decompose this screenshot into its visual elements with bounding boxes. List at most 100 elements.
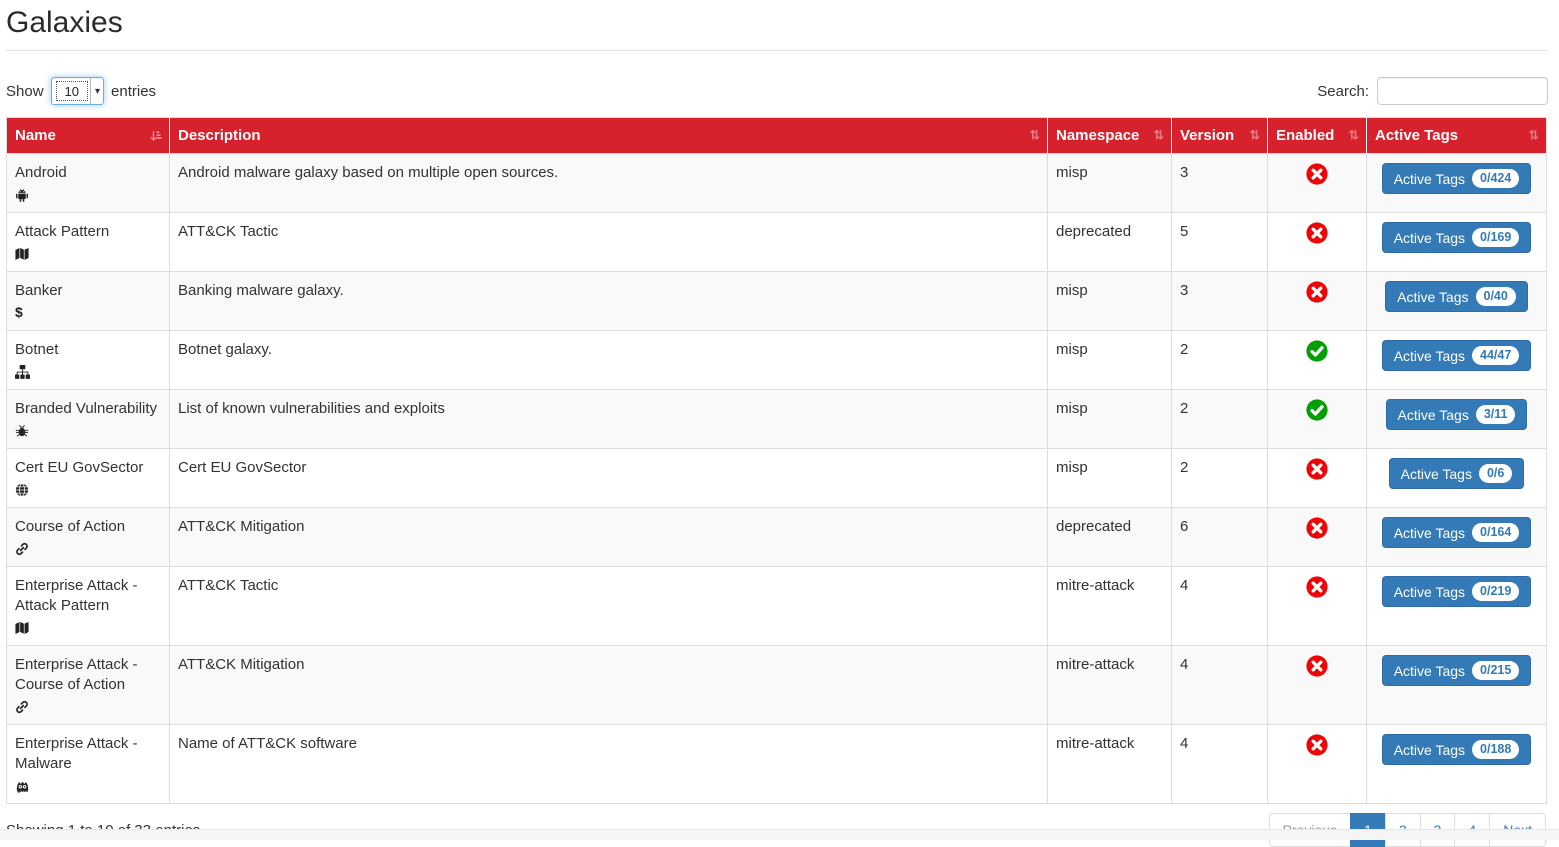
page-length-control: Show 10 ▾ entries [6,77,156,105]
description-cell: ATT&CK Mitigation [170,508,1048,567]
table-row: AndroidAndroid malware galaxy based on m… [7,154,1547,213]
page-footer-band [0,829,1559,840]
active-tags-button-label: Active Tags [1394,229,1465,247]
search-label: Search: [1317,83,1369,100]
link-icon [15,540,161,557]
galaxy-name: Branded Vulnerability [15,399,161,419]
active-tags-button-label: Active Tags [1394,662,1465,680]
table-row: Course of ActionATT&CK Mitigationdepreca… [7,508,1547,567]
monster-icon [15,777,161,794]
active-tags-button-label: Active Tags [1394,347,1465,365]
version-cell: 5 [1172,213,1268,272]
column-header-name[interactable]: Name [7,118,170,154]
active-tags-button[interactable]: Active Tags0/219 [1382,576,1532,607]
name-cell: Enterprise Attack - Course of Action [7,646,170,725]
column-header-namespace[interactable]: Namespace⇅ [1048,118,1172,154]
active-tags-count-badge: 0/6 [1479,464,1512,483]
active-tags-cell: Active Tags3/11 [1367,390,1547,449]
namespace-cell: misp [1048,331,1172,390]
disabled-cross-icon [1306,231,1328,248]
column-header-label: Version [1180,127,1234,144]
active-tags-count-badge: 0/424 [1472,169,1519,188]
active-tags-button-label: Active Tags [1398,406,1469,424]
description-cell: ATT&CK Mitigation [170,646,1048,725]
active-tags-button-label: Active Tags [1394,741,1465,759]
active-tags-button[interactable]: Active Tags 0/6 [1389,458,1525,489]
namespace-cell: deprecated [1048,213,1172,272]
column-header-enabled[interactable]: Enabled⇅ [1268,118,1367,154]
column-header-active-tags[interactable]: Active Tags⇅ [1367,118,1547,154]
namespace-cell: misp [1048,154,1172,213]
enabled-cell [1268,567,1367,646]
enabled-check-icon [1306,408,1328,425]
entries-label: entries [111,83,156,100]
column-header-description[interactable]: Description⇅ [170,118,1048,154]
active-tags-button-label: Active Tags [1401,465,1472,483]
table-row: Branded Vulnerability List of known vulne… [7,390,1547,449]
version-cell: 2 [1172,331,1268,390]
active-tags-count-badge: 0/215 [1472,661,1519,680]
chevron-down-icon: ▾ [90,78,103,104]
active-tags-button[interactable]: Active Tags 0/169 [1382,222,1532,253]
version-cell: 4 [1172,567,1268,646]
column-header-version[interactable]: Version⇅ [1172,118,1268,154]
sitemap-icon [15,363,161,380]
active-tags-button[interactable]: Active Tags 0/215 [1382,655,1532,686]
disabled-cross-icon [1306,585,1328,602]
page-length-select[interactable]: 10 ▾ [51,77,105,105]
table-row: Enterprise Attack - MalwareName of ATT&C… [7,725,1547,804]
active-tags-cell: Active Tags0/424 [1367,154,1547,213]
name-cell: Enterprise Attack - Malware [7,725,170,804]
version-cell: 2 [1172,449,1268,508]
version-cell: 3 [1172,154,1268,213]
page-length-value: 10 [57,82,87,100]
namespace-cell: misp [1048,449,1172,508]
page-title: Galaxies [6,6,1548,40]
table-row: Cert EU GovSectorCert EU GovSectormisp2A… [7,449,1547,508]
active-tags-button[interactable]: Active Tags44/47 [1382,340,1532,371]
galaxies-table: NameDescription⇅Namespace⇅Version⇅Enable… [6,117,1547,804]
namespace-cell: mitre-attack [1048,725,1172,804]
description-cell: Botnet galaxy. [170,331,1048,390]
description-cell: List of known vulnerabilities and exploi… [170,390,1048,449]
galaxy-name: Android [15,163,161,183]
search-input[interactable] [1377,77,1548,105]
active-tags-count-badge: 0/164 [1472,523,1519,542]
sort-icon: ⇅ [1528,129,1539,142]
name-cell: Attack Pattern [7,213,170,272]
namespace-cell: deprecated [1048,508,1172,567]
table-row: Attack PatternATT&CK Tacticdeprecated5Ac… [7,213,1547,272]
description-cell: Banking malware galaxy. [170,272,1048,331]
dollar-icon: $ [15,304,161,321]
enabled-cell [1268,390,1367,449]
column-header-label: Description [178,127,261,144]
map-icon [15,245,161,262]
active-tags-button[interactable]: Active Tags0/164 [1382,517,1532,548]
active-tags-cell: Active Tags0/40 [1367,272,1547,331]
active-tags-count-badge: 0/169 [1472,228,1519,247]
active-tags-button[interactable]: Active Tags0/424 [1382,163,1532,194]
table-header-row: NameDescription⇅Namespace⇅Version⇅Enable… [7,118,1547,154]
enabled-check-icon [1306,349,1328,366]
galaxy-name: Enterprise Attack - Course of Action [15,655,161,695]
version-cell: 4 [1172,646,1268,725]
namespace-cell: mitre-attack [1048,567,1172,646]
active-tags-button-label: Active Tags [1397,288,1468,306]
table-controls: Show 10 ▾ entries Search: [6,77,1548,105]
active-tags-count-badge: 0/219 [1472,582,1519,601]
column-header-label: Name [15,127,56,144]
sort-amount-asc-icon [149,129,162,142]
galaxy-name: Enterprise Attack - Malware [15,734,161,774]
name-cell: Course of Action [7,508,170,567]
active-tags-button[interactable]: Active Tags3/11 [1386,399,1528,430]
table-row: Banker$Banking malware galaxy.misp3Activ… [7,272,1547,331]
enabled-cell [1268,449,1367,508]
active-tags-button[interactable]: Active Tags0/188 [1382,734,1532,765]
active-tags-button[interactable]: Active Tags0/40 [1385,281,1528,312]
name-cell: Banker$ [7,272,170,331]
active-tags-cell: Active Tags 0/169 [1367,213,1547,272]
disabled-cross-icon [1306,290,1328,307]
description-cell: Cert EU GovSector [170,449,1048,508]
active-tags-cell: Active Tags 0/6 [1367,449,1547,508]
enabled-cell [1268,154,1367,213]
